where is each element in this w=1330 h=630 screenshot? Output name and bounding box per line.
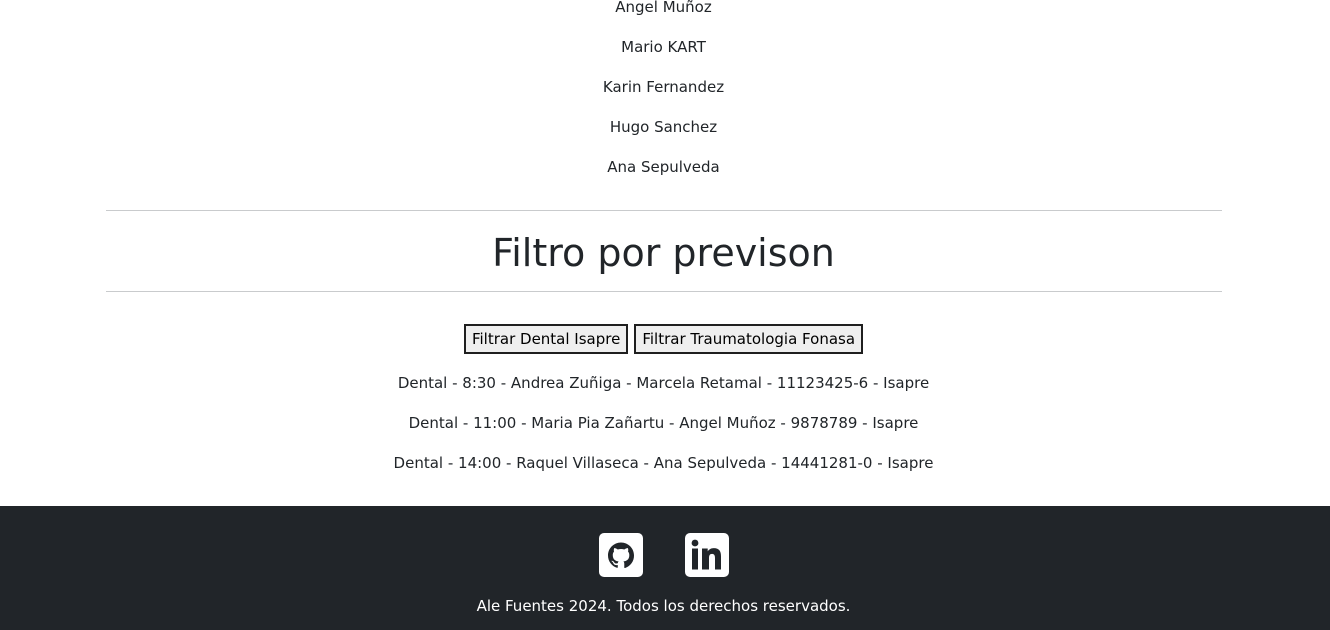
footer: Ale Fuentes 2024. Todos los derechos res… <box>0 506 1330 630</box>
top-divider <box>106 210 1222 211</box>
filter-dental-isapre-button[interactable]: Filtrar Dental Isapre <box>463 324 629 354</box>
github-link[interactable] <box>599 533 643 577</box>
patient-name: Karin Fernandez <box>602 78 725 96</box>
patient-name: Mario KART <box>621 38 706 56</box>
section-title: Filtro por previson <box>492 231 835 275</box>
patient-name: Hugo Sanchez <box>609 118 718 136</box>
result-item: Dental - 8:30 - Andrea Zuñiga - Marcela … <box>397 374 930 392</box>
patient-name: Ana Sepulveda <box>607 158 720 176</box>
filter-traumatologia-fonasa-button[interactable]: Filtrar Traumatologia Fonasa <box>634 324 864 354</box>
patient-name: Angel Muñoz <box>615 0 712 16</box>
filter-button-row: Filtrar Dental Isapre Filtrar Traumatolog… <box>0 324 1327 354</box>
result-item: Dental - 14:00 - Raquel Villaseca - Ana … <box>393 454 934 472</box>
result-item: Dental - 11:00 - Maria Pia Zañartu - Ang… <box>408 414 919 432</box>
linkedin-icon <box>691 539 721 570</box>
copyright-text: Ale Fuentes 2024. Todos los derechos res… <box>476 597 851 615</box>
linkedin-link[interactable] <box>685 533 729 577</box>
page: Angel Muñoz Mario KART Karin Fernandez H… <box>0 0 1330 630</box>
github-icon <box>608 542 635 569</box>
bottom-divider <box>106 291 1222 292</box>
